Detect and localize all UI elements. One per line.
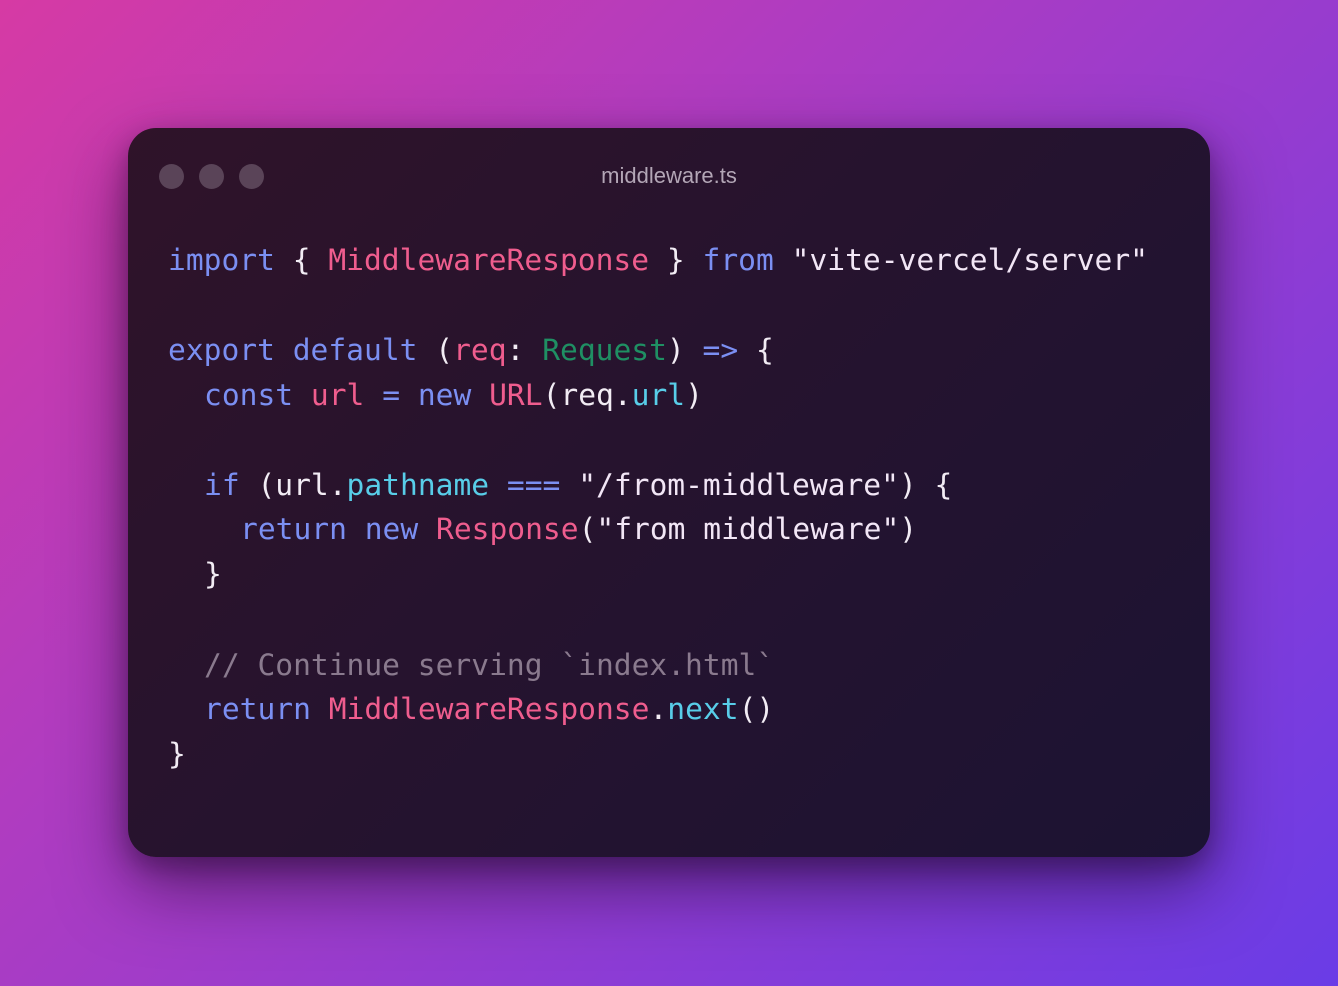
string-literal: "vite-vercel/server" <box>791 243 1148 277</box>
code-comment: // Continue serving `index.html` <box>204 648 775 682</box>
punctuation: (url. <box>239 468 347 502</box>
string-literal: "from middleware" <box>596 512 900 546</box>
keyword: if <box>204 468 240 502</box>
constructor-name: URL <box>489 378 543 412</box>
code-line-1: import { MiddlewareResponse } from "vite… <box>168 240 1148 280</box>
code-line-12: } <box>168 734 186 774</box>
property: pathname <box>346 468 490 502</box>
code-line-4: const url = new URL(req.url) <box>168 375 703 415</box>
keyword: const <box>204 378 294 412</box>
punctuation: ) <box>685 378 703 412</box>
keyword: export <box>168 333 275 367</box>
code-line-7: return new Response("from middleware") <box>168 509 917 549</box>
operator: === <box>506 468 561 502</box>
keyword: new <box>364 512 419 546</box>
keyword: return <box>240 512 347 546</box>
punctuation: ) <box>666 333 703 367</box>
code-line-11: return MiddlewareResponse.next() <box>168 689 774 729</box>
code-line-6: if (url.pathname === "/from-middleware")… <box>168 465 952 505</box>
property: url <box>631 378 686 412</box>
operator: = <box>364 378 418 412</box>
type-name: MiddlewareResponse <box>328 243 650 277</box>
parameter: req <box>453 333 507 367</box>
punctuation: ) { <box>898 468 953 502</box>
punctuation: () <box>738 692 775 726</box>
keyword: from <box>702 243 774 277</box>
punctuation: . <box>649 692 668 726</box>
punctuation: { <box>274 243 329 277</box>
punctuation: } <box>204 557 222 591</box>
code-line-8: } <box>168 554 222 594</box>
variable: url <box>310 378 365 412</box>
punctuation: : <box>506 333 543 367</box>
code-window: middleware.ts import { MiddlewareRespons… <box>128 128 1210 857</box>
punctuation: { <box>738 333 774 367</box>
keyword: return <box>204 692 311 726</box>
keyword: default <box>292 333 418 367</box>
constructor-name: Response <box>436 512 579 546</box>
punctuation: ) <box>899 512 918 546</box>
window-title: middleware.ts <box>601 163 737 188</box>
type-name: MiddlewareResponse <box>328 692 650 726</box>
method-name: next <box>667 692 739 726</box>
arrow-operator: => <box>702 333 739 367</box>
code-line-10: // Continue serving `index.html` <box>168 645 774 685</box>
punctuation: } <box>649 243 703 277</box>
punctuation: ( <box>417 333 454 367</box>
type-annotation: Request <box>542 333 667 367</box>
keyword: import <box>168 243 275 277</box>
code-line-3: export default (req: Request) => { <box>168 330 774 370</box>
keyword: new <box>417 378 472 412</box>
punctuation: (req. <box>542 378 632 412</box>
punctuation: } <box>168 737 186 771</box>
window-titlebar: middleware.ts <box>128 128 1210 224</box>
punctuation: ( <box>578 512 597 546</box>
string-literal: "/from-middleware" <box>578 468 899 502</box>
